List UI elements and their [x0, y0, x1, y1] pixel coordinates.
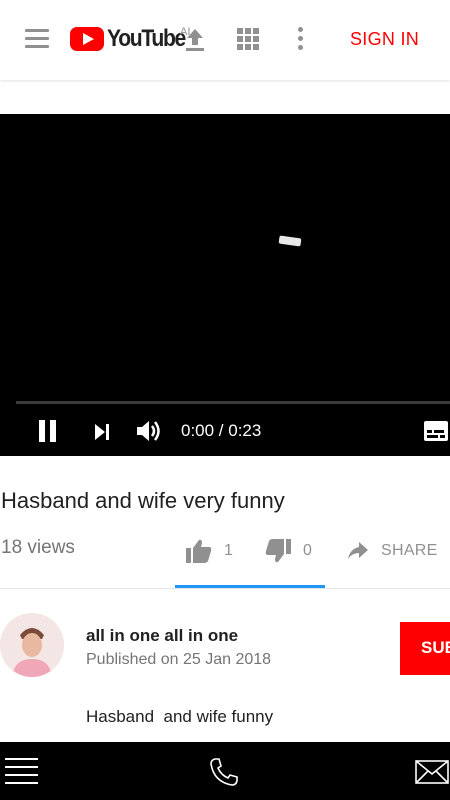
youtube-logo[interactable]: YouTube — [70, 24, 196, 54]
top-app-bar: YouTube AI SIGN IN — [0, 0, 450, 80]
hamburger-menu-icon[interactable] — [5, 758, 38, 784]
share-button[interactable]: SHARE — [347, 541, 438, 561]
divider — [0, 588, 450, 589]
more-vert-icon[interactable] — [298, 27, 304, 51]
volume-icon[interactable] — [135, 418, 163, 444]
captions-icon[interactable] — [424, 421, 448, 441]
share-icon — [348, 542, 368, 559]
pause-icon[interactable] — [37, 420, 57, 442]
progress-bar[interactable] — [16, 401, 450, 404]
published-date: Published on 25 Jan 2018 — [86, 651, 272, 668]
apps-icon[interactable] — [237, 28, 259, 50]
mail-icon[interactable] — [415, 760, 449, 784]
thumbs-up-icon — [186, 539, 212, 563]
video-frame-content — [278, 235, 302, 247]
logo-text: YouTube — [107, 25, 186, 52]
video-title: Hasband and wife very funny — [1, 488, 285, 513]
like-button[interactable]: 1 — [185, 538, 233, 564]
dislike-button[interactable]: 0 — [264, 538, 312, 564]
phone-icon[interactable] — [208, 756, 240, 788]
time-display: 0:00 / 0:23 — [181, 421, 262, 440]
avatar-image — [0, 613, 64, 677]
video-player[interactable]: 0:00 / 0:23 — [0, 114, 450, 456]
next-icon[interactable] — [93, 423, 111, 441]
video-description: Hasband and wife funny — [86, 707, 274, 726]
bottom-bar — [0, 742, 450, 800]
channel-name[interactable]: all in one all in one — [86, 626, 238, 646]
upload-icon[interactable] — [184, 27, 206, 53]
menu-icon[interactable] — [25, 29, 49, 49]
like-count: 1 — [224, 542, 233, 559]
subscribe-button[interactable]: SUBSCRIBE — [400, 622, 450, 675]
play-logo-icon — [70, 27, 104, 51]
dislike-count: 0 — [303, 542, 312, 559]
view-count: 18 views — [1, 537, 75, 558]
channel-avatar[interactable] — [0, 613, 64, 677]
thumbs-down-icon — [265, 539, 291, 563]
sign-in-button[interactable]: SIGN IN — [350, 29, 419, 50]
share-label: SHARE — [381, 542, 438, 559]
